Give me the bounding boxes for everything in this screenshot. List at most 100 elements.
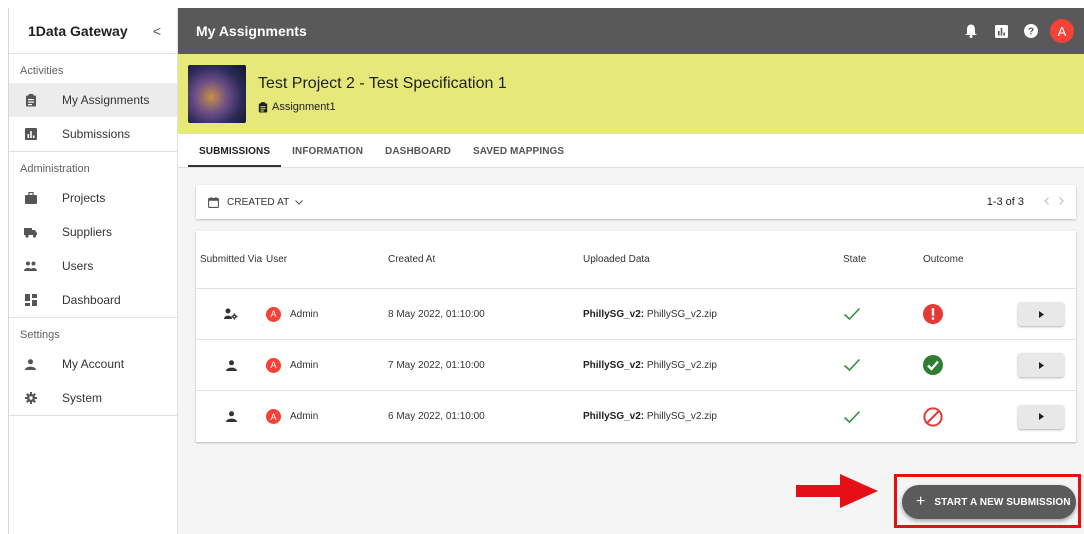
success-check-icon: [923, 355, 1018, 375]
check-icon: [843, 358, 923, 372]
clipboard-icon: [258, 101, 268, 112]
play-arrow-icon: [1038, 310, 1044, 318]
user-gear-icon: [196, 308, 266, 320]
sidebar-item-dashboard[interactable]: Dashboard: [9, 283, 177, 317]
start-new-submission-label: START A NEW SUBMISSION: [934, 496, 1071, 508]
data-key: PhillySG_v2:: [583, 308, 645, 320]
svg-text:?: ?: [1028, 27, 1034, 38]
table-header: Submitted Via User Created At Uploaded D…: [196, 231, 1076, 289]
sidebar-item-projects[interactable]: Projects: [9, 181, 177, 215]
assignment-label: Assignment1: [258, 101, 507, 113]
data-file: PhillySG_v2.zip: [646, 308, 717, 320]
page-title: My Assignments: [196, 23, 307, 39]
cancelled-icon: [923, 406, 1018, 427]
sidebar-group-settings: Settings My Account System: [9, 318, 177, 416]
project-header: Test Project 2 - Test Specification 1 As…: [178, 54, 1084, 134]
sidebar-item-label: Projects: [62, 191, 106, 205]
row-action-cell: [1018, 302, 1076, 326]
row-action-cell: [1018, 353, 1076, 377]
sidebar-item-label: My Assignments: [62, 93, 150, 107]
error-icon: [923, 304, 1018, 324]
check-icon: [843, 410, 923, 424]
sidebar-group-activities: Activities My Assignments Submissions: [9, 54, 177, 152]
assignment-name: Assignment1: [272, 101, 336, 113]
user-avatar: A: [266, 357, 281, 373]
start-new-submission-button[interactable]: + START A NEW SUBMISSION: [902, 485, 1076, 519]
sidebar-item-suppliers[interactable]: Suppliers: [9, 215, 177, 249]
uploaded-data-cell: PhillySG_v2: PhillySG_v2.zip: [583, 360, 843, 371]
sidebar-item-label: Submissions: [62, 127, 131, 141]
data-file: PhillySG_v2.zip: [646, 411, 717, 422]
row-action-cell: [1018, 404, 1076, 429]
open-submission-button[interactable]: [1018, 353, 1064, 377]
sidebar-item-label: System: [62, 391, 103, 405]
sidebar-item-my-assignments[interactable]: My Assignments: [9, 83, 177, 117]
tab-bar: SUBMISSIONS INFORMATION DASHBOARD SAVED …: [178, 134, 1084, 168]
user-cell: A Admin: [266, 409, 388, 424]
table-row[interactable]: A Admin 6 May 2022, 01:10:00 PhillySG_v2…: [196, 391, 1076, 442]
tab-dashboard[interactable]: DASHBOARD: [374, 146, 462, 167]
sidebar-item-label: Users: [62, 259, 94, 273]
uploaded-data-cell: PhillySG_v2: PhillySG_v2.zip: [583, 411, 843, 422]
report-icon[interactable]: [992, 22, 1010, 40]
user-cell: A Admin: [266, 306, 388, 322]
column-header-user: User: [266, 254, 288, 265]
sidebar-item-label: Dashboard: [62, 293, 121, 307]
app-title: 1Data Gateway: [28, 22, 128, 39]
column-header-outcome: Outcome: [923, 254, 964, 265]
clipboard-icon: [24, 93, 37, 107]
people-icon: [24, 260, 37, 273]
top-app-bar: My Assignments ? A: [178, 8, 1084, 54]
sidebar-item-label: Suppliers: [62, 225, 113, 239]
sidebar-group-administration: Administration Projects Suppliers Users …: [9, 152, 177, 318]
play-arrow-icon: [1038, 361, 1044, 369]
previous-page-icon[interactable]: [1044, 196, 1049, 208]
user-avatar: A: [266, 409, 281, 424]
user-name: Admin: [290, 308, 319, 320]
sidebar-item-my-account[interactable]: My Account: [9, 347, 177, 381]
sort-created-at-button[interactable]: CREATED AT: [227, 197, 289, 208]
data-key: PhillySG_v2:: [583, 359, 645, 371]
person-icon: [24, 358, 37, 371]
tab-saved-mappings[interactable]: SAVED MAPPINGS: [462, 146, 575, 167]
user-name: Admin: [290, 411, 319, 422]
sidebar-group-label: Settings: [20, 329, 60, 341]
uploaded-data-cell: PhillySG_v2: PhillySG_v2.zip: [583, 309, 843, 320]
sidebar: 1Data Gateway < Activities My Assignment…: [8, 8, 178, 534]
dashboard-icon: [24, 294, 37, 307]
user-cell: A Admin: [266, 357, 388, 373]
created-at-cell: 7 May 2022, 01:10:00: [388, 359, 485, 371]
user-name: Admin: [290, 359, 319, 371]
tab-information[interactable]: INFORMATION: [281, 146, 374, 167]
sidebar-group-label: Activities: [20, 65, 64, 77]
user-avatar[interactable]: A: [1050, 19, 1074, 43]
data-key: PhillySG_v2:: [583, 411, 645, 422]
filter-bar: CREATED AT 1-3 of 3: [196, 185, 1076, 219]
collapse-sidebar-icon[interactable]: <: [153, 23, 161, 39]
open-submission-button[interactable]: [1018, 302, 1064, 326]
open-submission-button[interactable]: [1018, 404, 1064, 429]
calendar-icon: [208, 196, 219, 208]
truck-icon: [24, 226, 37, 239]
submissions-table: Submitted Via User Created At Uploaded D…: [196, 231, 1076, 442]
data-file: PhillySG_v2.zip: [646, 359, 717, 371]
bell-icon[interactable]: [962, 22, 980, 40]
column-header-state: State: [843, 254, 867, 265]
person-icon: [196, 359, 266, 371]
sidebar-header: 1Data Gateway <: [9, 8, 177, 54]
help-icon[interactable]: ?: [1022, 22, 1040, 40]
chevron-down-icon[interactable]: [295, 197, 304, 208]
check-icon: [843, 307, 923, 321]
tab-submissions[interactable]: SUBMISSIONS: [188, 146, 282, 167]
sidebar-item-submissions[interactable]: Submissions: [9, 117, 177, 151]
table-row[interactable]: A Admin 7 May 2022, 01:10:00 PhillySG_v2…: [196, 340, 1076, 391]
sidebar-item-label: My Account: [62, 357, 125, 371]
created-at-cell: 8 May 2022, 01:10:00: [388, 308, 485, 320]
sidebar-item-users[interactable]: Users: [9, 249, 177, 283]
gear-icon: [24, 392, 37, 405]
table-row[interactable]: A Admin 8 May 2022, 01:10:00 PhillySG_v2…: [196, 289, 1076, 340]
column-header-uploaded-data: Uploaded Data: [583, 254, 650, 265]
briefcase-icon: [24, 192, 37, 205]
sidebar-item-system[interactable]: System: [9, 381, 177, 415]
next-page-icon[interactable]: [1059, 196, 1064, 208]
